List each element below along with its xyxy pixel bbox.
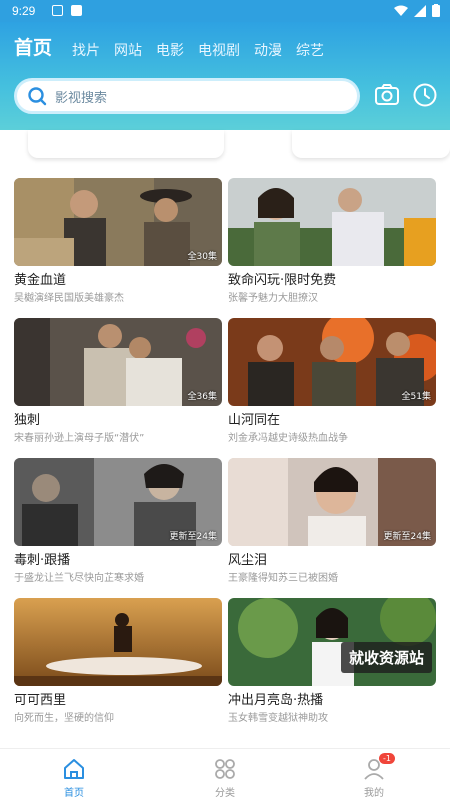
tab-tv[interactable]: 电视剧: [198, 42, 240, 60]
video-card[interactable]: 全51集 山河同在 刘金承冯越史诗级热血战争: [228, 318, 436, 445]
watermark-label: 就收资源站: [340, 642, 432, 673]
video-thumbnail[interactable]: 全30集: [14, 178, 222, 266]
video-title: 毒刺·跟播: [14, 553, 71, 568]
video-thumbnail[interactable]: [228, 178, 436, 266]
video-title: 山河同在: [228, 413, 281, 428]
tab-variety[interactable]: 综艺: [296, 42, 324, 60]
video-title: 致命闪玩·限时免费: [228, 273, 337, 288]
signal-icon: [414, 4, 426, 17]
video-thumbnail[interactable]: 就收资源站: [228, 598, 436, 686]
search-input[interactable]: 影视搜索: [14, 78, 360, 114]
search-icon: [28, 87, 47, 106]
video-subtitle: 宋春丽孙逊上演母子版“潜伏”: [14, 433, 145, 444]
video-subtitle: 吴樾演绎民国版美雄豪杰: [14, 293, 124, 304]
video-card[interactable]: 可可西里 向死而生，坚硬的信仰: [14, 598, 222, 725]
tab-anime[interactable]: 动漫: [254, 42, 282, 60]
video-card[interactable]: 全30集 黄金血道 吴樾演绎民国版美雄豪杰: [14, 178, 222, 305]
notification-badge: -1: [379, 753, 395, 764]
app-icon: [71, 5, 82, 16]
notification-icon: [52, 5, 63, 16]
nav-profile[interactable]: -1 我的: [344, 753, 404, 799]
battery-icon: [432, 4, 440, 17]
video-thumbnail[interactable]: 全36集: [14, 318, 222, 406]
video-subtitle: 玉女韩雪变越狱神助攻: [228, 713, 328, 724]
banner-strip: [0, 130, 450, 172]
video-title: 冲出月亮岛·热播: [228, 693, 324, 708]
history-icon[interactable]: [412, 82, 438, 108]
tab-websites[interactable]: 网站: [114, 42, 142, 60]
episode-badge: 全30集: [187, 252, 217, 262]
video-thumbnail[interactable]: 更新至24集: [228, 458, 436, 546]
category-icon: [215, 759, 235, 779]
nav-home-label: 首页: [64, 788, 84, 799]
episode-badge: 更新至24集: [383, 532, 431, 542]
video-title: 可可西里: [14, 693, 67, 708]
home-icon: [64, 759, 84, 779]
nav-category-label: 分类: [215, 788, 235, 799]
banner-card[interactable]: [28, 130, 224, 158]
video-card[interactable]: 更新至24集 风尘泪 王豪隆得知苏三已被困婚: [228, 458, 436, 585]
camera-icon[interactable]: [374, 82, 400, 108]
tab-movies[interactable]: 电影: [156, 42, 184, 60]
bottom-nav: 首页 分类 -1 我的: [0, 748, 450, 802]
category-tabs: 首页 找片 网站 电影 电视剧 动漫 综艺: [14, 36, 324, 60]
episode-badge: 全51集: [401, 392, 431, 402]
nav-profile-label: 我的: [364, 788, 384, 799]
video-thumbnail[interactable]: 更新至24集: [14, 458, 222, 546]
video-title: 风尘泪: [228, 553, 268, 568]
video-card[interactable]: 就收资源站 冲出月亮岛·热播 玉女韩雪变越狱神助攻: [228, 598, 436, 725]
nav-category[interactable]: 分类: [195, 757, 255, 799]
tab-find[interactable]: 找片: [72, 42, 100, 60]
video-card[interactable]: 全36集 独刺 宋春丽孙逊上演母子版“潜伏”: [14, 318, 222, 445]
video-subtitle: 王豪隆得知苏三已被困婚: [228, 573, 338, 584]
nav-home[interactable]: 首页: [44, 757, 104, 799]
status-bar: 9:29: [0, 0, 450, 22]
banner-card[interactable]: [292, 130, 450, 158]
status-time: 9:29: [12, 4, 36, 18]
video-subtitle: 刘金承冯越史诗级热血战争: [228, 433, 348, 444]
video-thumbnail[interactable]: 全51集: [228, 318, 436, 406]
video-card[interactable]: 更新至24集 毒刺·跟播 于盛龙让兰飞尽快向芷寒求婚: [14, 458, 222, 585]
episode-badge: 全36集: [187, 392, 217, 402]
header: 首页 找片 网站 电影 电视剧 动漫 综艺 影视搜索: [0, 22, 450, 130]
video-thumbnail[interactable]: [14, 598, 222, 686]
video-subtitle: 向死而生，坚硬的信仰: [14, 713, 114, 724]
video-card[interactable]: 致命闪玩·限时免费 张馨予魅力大胆撩汉: [228, 178, 436, 305]
video-title: 独刺: [14, 413, 41, 428]
episode-badge: 更新至24集: [169, 532, 217, 542]
video-subtitle: 张馨予魅力大胆撩汉: [228, 293, 318, 304]
video-title: 黄金血道: [14, 273, 67, 288]
video-subtitle: 于盛龙让兰飞尽快向芷寒求婚: [14, 573, 144, 584]
tab-home[interactable]: 首页: [14, 36, 52, 60]
wifi-icon: [394, 5, 408, 16]
search-placeholder: 影视搜索: [55, 90, 108, 106]
